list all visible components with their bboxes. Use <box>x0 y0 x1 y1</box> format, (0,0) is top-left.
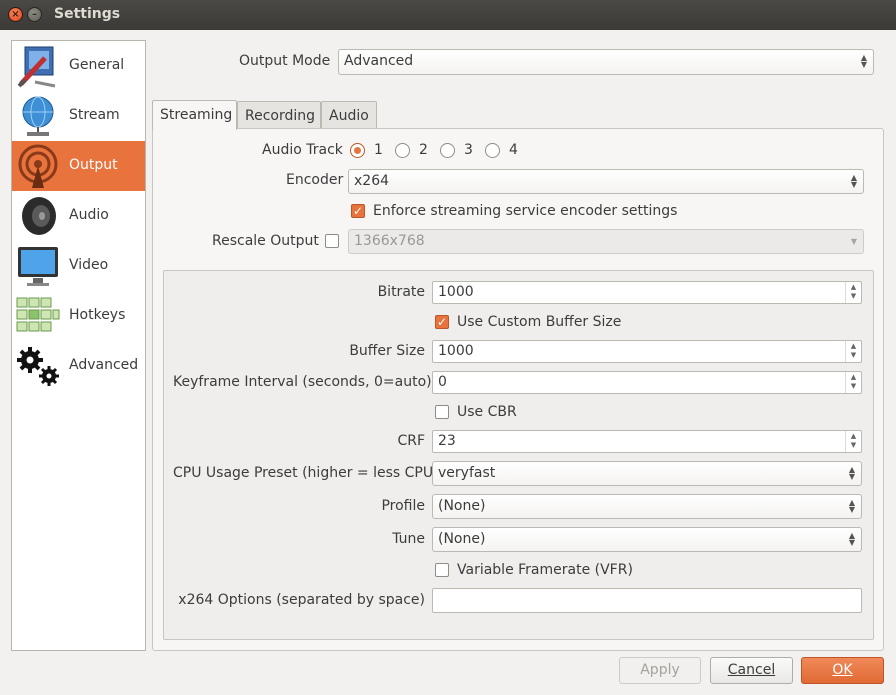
cpu-preset-select[interactable]: veryfast ▲ ▼ <box>432 461 862 486</box>
updown-arrows-icon: ▲ ▼ <box>848 531 855 547</box>
updown-arrows-icon: ▲ ▼ <box>860 53 867 69</box>
crf-spinbox[interactable]: 23 ▲ ▼ <box>432 430 862 453</box>
tab-label: Audio <box>329 108 369 124</box>
sidebar-item-stream[interactable]: Stream <box>12 91 145 141</box>
ok-button[interactable]: OK <box>801 657 884 684</box>
apply-button[interactable]: Apply <box>619 657 701 684</box>
output-mode-value: Advanced <box>344 53 414 69</box>
x264-options-label: x264 Options (separated by space) <box>178 592 425 608</box>
tune-select[interactable]: (None) ▲ ▼ <box>432 527 862 552</box>
vfr-label: Variable Framerate (VFR) <box>457 562 633 578</box>
close-window-button[interactable]: × <box>8 7 23 22</box>
audio-track-radio-1[interactable] <box>350 143 365 158</box>
sidebar-item-general[interactable]: General <box>12 41 145 91</box>
audio-track-option-label: 3 <box>464 142 473 158</box>
cpu-preset-label: CPU Usage Preset (higher = less CPU) <box>173 465 439 481</box>
updown-arrows-icon: ▲ ▼ <box>848 465 855 481</box>
updown-arrows-icon: ▲ ▼ <box>848 498 855 514</box>
tab-audio[interactable]: Audio <box>321 101 377 130</box>
custom-buffer-checkbox[interactable] <box>435 315 449 329</box>
bitrate-value: 1000 <box>438 284 474 300</box>
tune-label: Tune <box>392 531 425 547</box>
audio-track-option-label: 2 <box>419 142 428 158</box>
vfr-checkbox[interactable] <box>435 563 449 577</box>
keyframe-interval-spinbox[interactable]: 0 ▲ ▼ <box>432 371 862 394</box>
encoder-value: x264 <box>354 173 390 189</box>
sidebar-item-output[interactable]: Output <box>12 141 145 191</box>
bitrate-spinbox[interactable]: 1000 ▲ ▼ <box>432 281 862 304</box>
ok-button-label: OK <box>832 662 853 678</box>
keyframe-interval-value: 0 <box>438 374 447 390</box>
sidebar-item-label: Advanced <box>69 357 139 373</box>
spin-arrows-icon[interactable]: ▲ ▼ <box>845 372 861 393</box>
enforce-encoder-checkbox[interactable] <box>351 204 365 218</box>
sidebar-item-advanced[interactable]: Advanced <box>12 341 145 391</box>
crf-label: CRF <box>397 433 425 449</box>
output-broadcast-icon <box>18 144 58 188</box>
buffer-size-spinbox[interactable]: 1000 ▲ ▼ <box>432 340 862 363</box>
spin-arrows-icon[interactable]: ▲ ▼ <box>845 431 861 452</box>
use-cbr-checkbox[interactable] <box>435 405 449 419</box>
tab-streaming[interactable]: Streaming <box>152 100 237 130</box>
rescale-resolution-select: 1366x768 ▼ <box>348 229 864 254</box>
crf-value: 23 <box>438 433 456 449</box>
tab-label: Streaming <box>160 107 233 123</box>
tab-label: Recording <box>245 108 316 124</box>
sidebar-item-label: Video <box>69 257 109 273</box>
rescale-output-label: Rescale Output <box>212 233 319 249</box>
sidebar-item-audio[interactable]: Audio <box>12 191 145 241</box>
output-mode-label: Output Mode <box>239 53 331 69</box>
updown-arrows-icon: ▲ ▼ <box>850 173 857 189</box>
output-mode-select[interactable]: Advanced ▲ ▼ <box>338 49 874 75</box>
sidebar-item-label: Audio <box>69 207 109 223</box>
audio-track-radio-4[interactable] <box>485 143 500 158</box>
profile-select[interactable]: (None) ▲ ▼ <box>432 494 862 519</box>
buffer-size-value: 1000 <box>438 343 474 359</box>
title-bar: × – Settings <box>0 0 896 30</box>
audio-track-label: Audio Track <box>262 142 343 158</box>
sidebar-item-video[interactable]: Video <box>12 241 145 291</box>
tune-value: (None) <box>438 531 486 547</box>
general-icon <box>17 46 56 88</box>
enforce-encoder-label: Enforce streaming service encoder settin… <box>373 203 678 219</box>
profile-label: Profile <box>381 498 425 514</box>
encoder-label: Encoder <box>286 172 344 188</box>
spin-arrows-icon[interactable]: ▲ ▼ <box>845 341 861 362</box>
tab-recording[interactable]: Recording <box>237 101 321 130</box>
sidebar-item-label: General <box>69 57 125 73</box>
audio-track-option-label: 1 <box>374 142 383 158</box>
bitrate-label: Bitrate <box>377 284 425 300</box>
encoder-select[interactable]: x264 ▲ ▼ <box>348 169 864 194</box>
profile-value: (None) <box>438 498 486 514</box>
sidebar-item-label: Stream <box>69 107 120 123</box>
custom-buffer-label: Use Custom Buffer Size <box>457 314 622 330</box>
sidebar-item-label: Output <box>69 157 118 173</box>
keyframe-interval-label: Keyframe Interval (seconds, 0=auto) <box>173 374 432 390</box>
x264-options-input[interactable] <box>432 588 862 613</box>
cancel-button[interactable]: Cancel <box>710 657 793 684</box>
chevron-down-icon: ▼ <box>850 237 857 246</box>
use-cbr-label: Use CBR <box>457 404 517 420</box>
keyboard-icon <box>16 297 60 332</box>
cancel-button-label: Cancel <box>727 662 776 678</box>
minimize-window-button[interactable]: – <box>27 7 42 22</box>
buffer-size-label: Buffer Size <box>349 343 425 359</box>
gears-icon <box>17 347 59 386</box>
window-title: Settings <box>54 6 121 22</box>
sidebar-item-label: Hotkeys <box>69 307 126 323</box>
speaker-icon <box>22 197 56 235</box>
audio-track-radio-3[interactable] <box>440 143 455 158</box>
rescale-resolution-value: 1366x768 <box>354 233 425 249</box>
cpu-preset-value: veryfast <box>438 465 496 481</box>
stream-globe-icon <box>22 96 54 136</box>
audio-track-radio-2[interactable] <box>395 143 410 158</box>
monitor-icon <box>18 247 58 286</box>
audio-track-option-label: 4 <box>509 142 518 158</box>
spin-arrows-icon[interactable]: ▲ ▼ <box>845 282 861 303</box>
rescale-output-checkbox[interactable] <box>325 234 339 248</box>
settings-sidebar: General Stream Output Audio Video Hotkey… <box>11 40 146 651</box>
sidebar-item-hotkeys[interactable]: Hotkeys <box>12 291 145 341</box>
